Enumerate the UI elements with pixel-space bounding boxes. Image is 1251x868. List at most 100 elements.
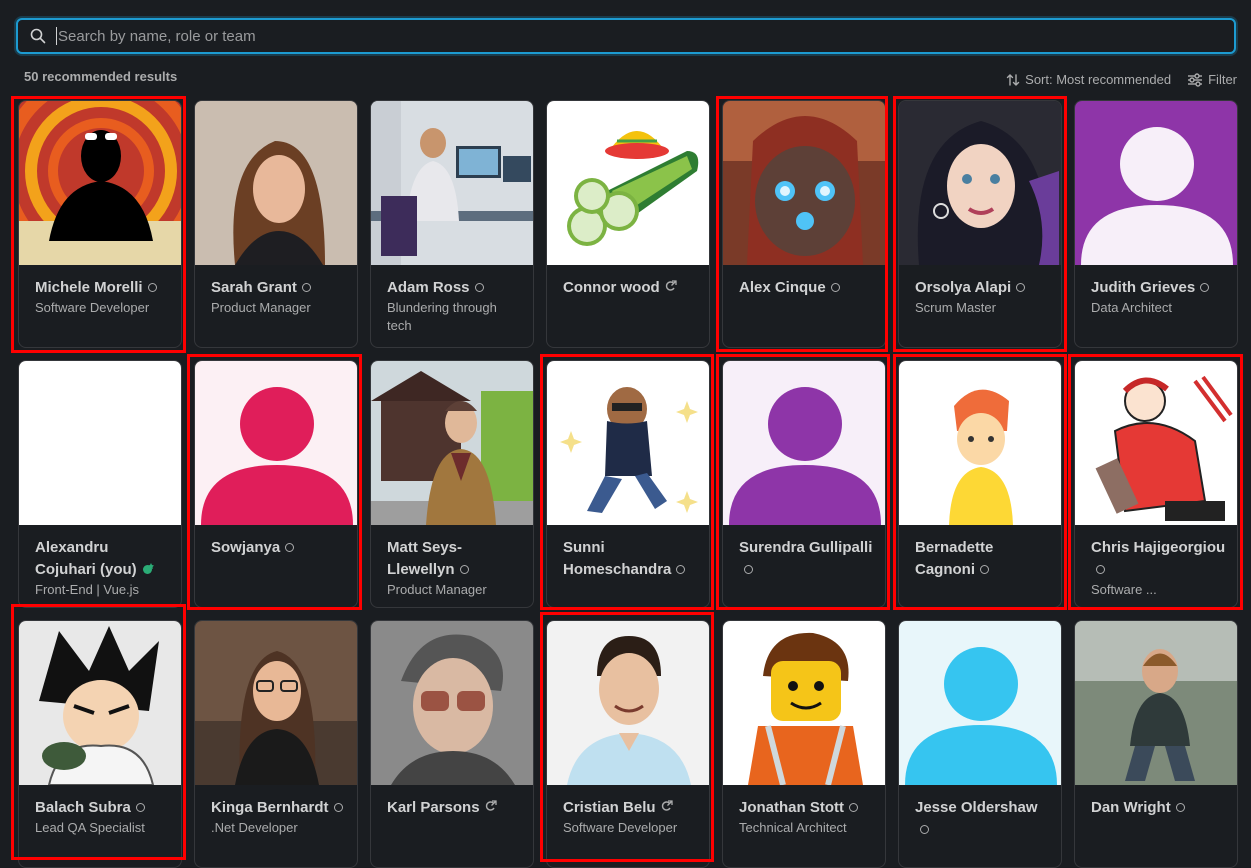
person-card[interactable]: Jonathan Stott Technical Architect bbox=[722, 620, 886, 868]
filter-button[interactable]: Filter bbox=[1187, 72, 1237, 87]
person-card[interactable]: Alexandru Cojuhari (you) Front-End | Vue.… bbox=[18, 360, 182, 608]
avatar bbox=[1075, 101, 1237, 265]
person-card[interactable]: Sunni Homeschandra bbox=[546, 360, 710, 608]
person-card[interactable]: Orsolya Alapi Scrum Master bbox=[898, 100, 1062, 348]
person-card[interactable]: Sarah Grant Product Manager bbox=[194, 100, 358, 348]
person-role: Software Developer bbox=[563, 820, 678, 835]
toolbar: Sort: Most recommended Filter bbox=[1006, 72, 1237, 87]
person-name: Sarah Grant bbox=[211, 279, 297, 296]
avatar bbox=[195, 361, 357, 525]
person-card[interactable]: Matt Seys-Llewellyn Product Manager bbox=[370, 360, 534, 608]
person-card[interactable]: Karl Parsons bbox=[370, 620, 534, 868]
away-status-icon bbox=[980, 564, 989, 574]
away-status-icon bbox=[676, 564, 686, 574]
person-role: Data Architect bbox=[1091, 300, 1172, 315]
person-card[interactable]: Balach Subra Lead QA Specialist bbox=[18, 620, 182, 868]
person-name: Surendra Gullipalli bbox=[739, 539, 873, 556]
away-status-icon bbox=[459, 564, 469, 574]
person-name: Chris Hajigeorgiou bbox=[1091, 539, 1226, 556]
avatar bbox=[899, 621, 1061, 785]
person-name: Jonathan Stott bbox=[739, 799, 844, 816]
text-caret bbox=[56, 27, 57, 45]
person-name: Dan Wright bbox=[1091, 799, 1171, 816]
person-card[interactable]: Kinga Bernhardt .Net Developer bbox=[194, 620, 358, 868]
person-role: Technical Architect bbox=[739, 820, 847, 835]
person-card[interactable]: Michele Morelli Software Developer bbox=[18, 100, 182, 348]
person-role: Scrum Master bbox=[915, 300, 996, 315]
avatar bbox=[371, 101, 533, 265]
away-status-icon bbox=[1096, 564, 1105, 574]
person-name: Alexandru Cojuhari (you) bbox=[35, 539, 137, 578]
away-status-icon bbox=[474, 282, 484, 292]
person-card[interactable]: Adam Ross Blundering through tech bbox=[370, 100, 534, 348]
avatar bbox=[371, 621, 533, 785]
person-role: Software ... bbox=[1091, 582, 1157, 597]
person-name: Orsolya Alapi bbox=[915, 279, 1012, 296]
person-card[interactable]: Surendra Gullipalli bbox=[722, 360, 886, 608]
person-name: Michele Morelli bbox=[35, 279, 143, 296]
person-role: Product Manager bbox=[211, 300, 311, 315]
away-status-icon bbox=[830, 282, 840, 292]
away-status-icon bbox=[1175, 802, 1185, 812]
avatar bbox=[19, 101, 181, 265]
person-card[interactable]: Cristian Belu Software Developer bbox=[546, 620, 710, 868]
filter-label: Filter bbox=[1208, 72, 1237, 87]
person-card[interactable]: Bernadette Cagnoni bbox=[898, 360, 1062, 608]
avatar bbox=[899, 101, 1061, 265]
person-name: Sunni Homeschandra bbox=[563, 539, 672, 578]
person-role: Front-End | Vue.js bbox=[35, 582, 140, 597]
avatar bbox=[195, 621, 357, 785]
search-input[interactable] bbox=[58, 27, 1234, 45]
avatar bbox=[1075, 621, 1237, 785]
avatar bbox=[1075, 361, 1237, 525]
person-card[interactable]: Chris Hajigeorgiou Software ... bbox=[1074, 360, 1238, 608]
person-role: .Net Developer bbox=[211, 820, 298, 835]
sort-icon bbox=[1006, 73, 1020, 86]
person-name: Kinga Bernhardt bbox=[211, 799, 329, 816]
person-card[interactable]: Sowjanya bbox=[194, 360, 358, 608]
sort-label: Sort: Most recommended bbox=[1025, 72, 1172, 87]
person-card[interactable]: Connor wood bbox=[546, 100, 710, 348]
search-bar[interactable] bbox=[16, 18, 1236, 54]
away-status-icon bbox=[744, 564, 753, 574]
person-role: Software Developer bbox=[35, 300, 150, 315]
results-count: 50 recommended results bbox=[24, 69, 178, 84]
away-status-icon bbox=[285, 542, 295, 552]
avatar bbox=[723, 621, 885, 785]
person-card[interactable]: Jesse Oldershaw bbox=[898, 620, 1062, 868]
person-name: Balach Subra bbox=[35, 799, 131, 816]
active-status-icon bbox=[142, 562, 154, 574]
person-role: Blundering through tech bbox=[387, 300, 497, 333]
away-status-icon bbox=[849, 802, 858, 812]
sort-button[interactable]: Sort: Most recommended bbox=[1006, 72, 1171, 87]
avatar bbox=[899, 361, 1061, 525]
avatar bbox=[547, 101, 709, 265]
person-name: Cristian Belu bbox=[563, 799, 656, 816]
external-user-icon bbox=[485, 800, 497, 811]
person-name: Connor wood bbox=[563, 279, 660, 296]
person-card[interactable]: Dan Wright bbox=[1074, 620, 1238, 868]
person-name: Judith Grieves bbox=[1091, 279, 1196, 296]
person-card[interactable]: Judith Grieves Data Architect bbox=[1074, 100, 1238, 348]
away-status-icon bbox=[1200, 282, 1210, 292]
person-card[interactable]: Alex Cinque bbox=[722, 100, 886, 348]
person-role: Lead QA Specialist bbox=[35, 820, 145, 835]
filter-icon bbox=[1188, 72, 1203, 87]
avatar bbox=[19, 621, 181, 785]
person-name: Sowjanya bbox=[211, 539, 281, 556]
avatar bbox=[371, 361, 533, 525]
away-status-icon bbox=[135, 802, 145, 812]
person-name: Karl Parsons bbox=[387, 799, 480, 816]
away-status-icon bbox=[301, 282, 311, 292]
external-user-icon bbox=[665, 280, 677, 291]
avatar bbox=[723, 361, 885, 525]
avatar bbox=[547, 361, 709, 525]
away-status-icon bbox=[920, 824, 929, 834]
person-name: Jesse Oldershaw bbox=[915, 799, 1038, 816]
person-name: Alex Cinque bbox=[739, 279, 826, 296]
away-status-icon bbox=[1016, 282, 1026, 292]
avatar bbox=[19, 361, 181, 525]
person-name: Adam Ross bbox=[387, 279, 470, 296]
away-status-icon bbox=[147, 282, 157, 292]
person-role: Product Manager bbox=[387, 582, 487, 597]
